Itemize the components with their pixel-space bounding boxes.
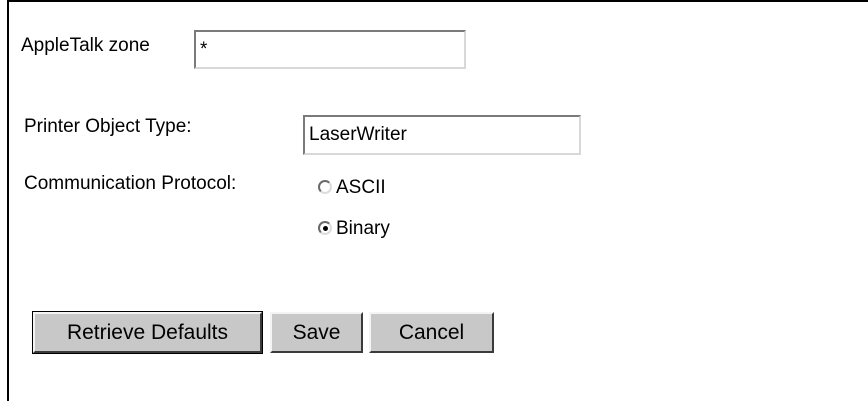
ascii-radio-button[interactable]: [318, 180, 332, 194]
ascii-option-label[interactable]: ASCII: [336, 177, 386, 199]
appletalk-zone-label: AppleTalk zone: [21, 35, 150, 56]
printer-object-type-label: Printer Object Type:: [24, 116, 192, 137]
save-button[interactable]: Save: [270, 312, 363, 353]
communication-protocol-label: Communication Protocol:: [24, 173, 237, 194]
radio-selected-dot: [323, 226, 328, 231]
appletalk-zone-input[interactable]: [194, 30, 466, 69]
binary-option-label[interactable]: Binary: [336, 218, 390, 240]
binary-radio-button[interactable]: [318, 221, 332, 235]
printer-object-type-input[interactable]: [303, 115, 581, 155]
retrieve-defaults-button[interactable]: Retrieve Defaults: [32, 311, 263, 354]
cancel-button[interactable]: Cancel: [369, 312, 494, 353]
